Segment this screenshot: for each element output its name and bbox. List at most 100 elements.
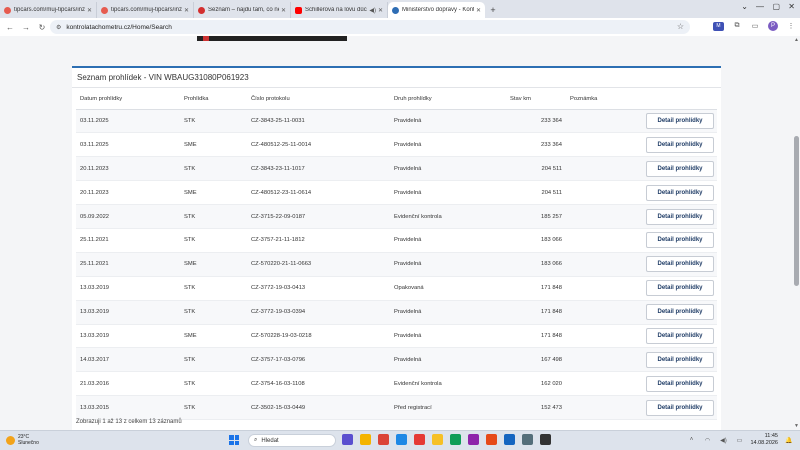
taskbar-app-icon[interactable] bbox=[342, 434, 353, 445]
taskbar-app-icon[interactable] bbox=[378, 434, 389, 445]
detail-inspection-button[interactable]: Detail prohlídky bbox=[646, 280, 714, 297]
tab-close-icon[interactable]: ✕ bbox=[184, 7, 189, 14]
cell-actions: Detail prohlídky bbox=[642, 371, 717, 397]
browser-tab[interactable]: Schillerová na lovu důchod ◀) ✕ bbox=[291, 2, 388, 18]
taskbar-app-icon[interactable] bbox=[522, 434, 533, 445]
page-scrollbar[interactable]: ▲ ▼ bbox=[792, 36, 800, 430]
profile-avatar[interactable]: P bbox=[768, 21, 778, 31]
taskbar-app-icon[interactable] bbox=[450, 434, 461, 445]
tab-close-icon[interactable]: ✕ bbox=[87, 7, 92, 14]
cell-date: 03.11.2025 bbox=[76, 132, 180, 158]
battery-icon[interactable]: ▭ bbox=[734, 435, 744, 445]
taskbar-app-icon[interactable] bbox=[360, 434, 371, 445]
start-windows-icon[interactable] bbox=[229, 435, 239, 445]
back-icon[interactable]: ← bbox=[4, 21, 16, 33]
weather-widget[interactable]: 23°C Slunečno bbox=[6, 434, 39, 446]
detail-inspection-button[interactable]: Detail prohlídky bbox=[646, 136, 714, 153]
wifi-icon[interactable]: ◠ bbox=[702, 435, 712, 445]
bookmark-star-icon[interactable]: ☆ bbox=[677, 22, 684, 31]
cell-protocol: CZ-3772-19-03-0394 bbox=[247, 300, 390, 325]
cell-km: 162 020 bbox=[506, 371, 566, 397]
tab-close-icon[interactable]: ✕ bbox=[476, 7, 481, 14]
taskbar-app-icon[interactable] bbox=[396, 434, 407, 445]
col-header-type[interactable]: Prohlídka bbox=[180, 90, 247, 110]
col-header-kind[interactable]: Druh prohlídky bbox=[390, 90, 506, 110]
cell-type: STK bbox=[180, 228, 247, 253]
cell-type: SME bbox=[180, 180, 247, 206]
clock[interactable]: 11:45 14.08.2026 bbox=[750, 433, 778, 447]
cell-date: 14.03.2017 bbox=[76, 347, 180, 373]
detail-inspection-button[interactable]: Detail prohlídky bbox=[646, 160, 714, 177]
tab-search-icon[interactable]: ⌄ bbox=[741, 2, 748, 11]
taskbar-app-icon[interactable] bbox=[432, 434, 443, 445]
extension-icon[interactable]: M bbox=[713, 21, 724, 31]
tab-close-icon[interactable]: ✕ bbox=[281, 7, 286, 14]
tab-title: Schillerová na lovu důchod bbox=[305, 7, 367, 13]
browser-tab-active[interactable]: Ministerstvo dopravy - Kontro ✕ bbox=[388, 2, 485, 18]
tab-close-icon[interactable]: ✕ bbox=[378, 7, 383, 14]
col-header-protocol[interactable]: Číslo protokolu bbox=[247, 90, 390, 110]
speaker-icon[interactable]: ◀) bbox=[718, 435, 728, 445]
cell-actions: Detail prohlídky bbox=[642, 180, 717, 206]
detail-inspection-button[interactable]: Detail prohlídky bbox=[646, 375, 714, 392]
detail-inspection-button[interactable]: Detail prohlídky bbox=[646, 351, 714, 368]
tab-mute-icon[interactable]: ◀) bbox=[369, 7, 376, 14]
reload-icon[interactable]: ↻ bbox=[36, 21, 48, 33]
chevron-up-icon[interactable]: ˄ bbox=[686, 435, 696, 445]
scroll-up-icon[interactable]: ▲ bbox=[794, 37, 799, 43]
maximize-icon[interactable]: ▢ bbox=[772, 2, 780, 11]
detail-inspection-button[interactable]: Detail prohlídky bbox=[646, 399, 714, 416]
cell-protocol: CZ-3715-22-09-0187 bbox=[247, 204, 390, 229]
cell-date: 25.11.2021 bbox=[76, 252, 180, 277]
detail-inspection-button[interactable]: Detail prohlídky bbox=[646, 184, 714, 201]
detail-inspection-button[interactable]: Detail prohlídky bbox=[646, 232, 714, 249]
taskbar-search[interactable]: ⌕ Hledat bbox=[248, 434, 336, 447]
detail-inspection-button[interactable]: Detail prohlídky bbox=[646, 256, 714, 273]
taskbar-app-icon[interactable] bbox=[504, 434, 515, 445]
forward-icon[interactable]: → bbox=[20, 21, 32, 33]
col-header-date[interactable]: Datum prohlídky bbox=[76, 90, 180, 110]
scrollbar-thumb[interactable] bbox=[794, 136, 799, 286]
cell-date: 13.03.2019 bbox=[76, 300, 180, 325]
address-bar[interactable]: ⚙ kontrolatachometru.cz/Home/Search ☆ bbox=[50, 20, 690, 34]
cell-km: 171 848 bbox=[506, 324, 566, 349]
browser-tab[interactable]: Seznam – najdu tam, co nezná ✕ bbox=[194, 2, 291, 18]
tab-title: tipcars.com/muj-tipcars/inzerc bbox=[14, 7, 85, 13]
menu-kebab-icon[interactable]: ⋮ bbox=[786, 21, 796, 31]
cell-actions: Detail prohlídky bbox=[642, 395, 717, 421]
weather-desc: Slunečno bbox=[18, 440, 39, 446]
extensions-puzzle-icon[interactable]: ⧉ bbox=[732, 21, 742, 31]
col-header-note[interactable]: Poznámka bbox=[566, 90, 642, 110]
site-info-icon[interactable]: ⚙ bbox=[56, 24, 61, 31]
taskbar-app-icon[interactable] bbox=[540, 434, 551, 445]
cell-kind: Pravidelná bbox=[390, 300, 506, 325]
cell-date: 05.09.2022 bbox=[76, 204, 180, 229]
cell-note bbox=[566, 180, 642, 206]
cell-kind: Pravidelná bbox=[390, 228, 506, 253]
taskbar-app-icon[interactable] bbox=[414, 434, 425, 445]
col-header-km[interactable]: Stav km bbox=[506, 90, 566, 110]
detail-inspection-button[interactable]: Detail prohlídky bbox=[646, 112, 714, 129]
detail-inspection-button[interactable]: Detail prohlídky bbox=[646, 327, 714, 344]
new-tab-button[interactable]: + bbox=[485, 2, 501, 18]
notification-bell-icon[interactable]: 🔔 bbox=[784, 435, 794, 445]
browser-tab[interactable]: tipcars.com/muj-tipcars/inzerc ✕ bbox=[97, 2, 194, 18]
minimize-icon[interactable]: — bbox=[756, 2, 764, 11]
scroll-down-icon[interactable]: ▼ bbox=[794, 423, 799, 429]
table-row: 25.11.2021 STK CZ-3757-21-11-1812 Pravideln… bbox=[76, 228, 717, 253]
cell-type: STK bbox=[180, 276, 247, 301]
cell-kind: Pravidelná bbox=[390, 109, 506, 134]
browser-toolbar: ← → ↻ ⚙ kontrolatachometru.cz/Home/Searc… bbox=[0, 18, 800, 36]
browser-tab[interactable]: tipcars.com/muj-tipcars/inzerc ✕ bbox=[0, 2, 97, 18]
cell-km: 171 848 bbox=[506, 300, 566, 325]
table-row: 03.11.2025 STK CZ-3843-25-11-0031 Pravideln… bbox=[76, 109, 717, 134]
cell-actions: Detail prohlídky bbox=[642, 276, 717, 301]
close-window-icon[interactable]: ✕ bbox=[788, 2, 795, 11]
sidebar-icon[interactable]: ▭ bbox=[750, 21, 760, 31]
taskbar-app-icon[interactable] bbox=[468, 434, 479, 445]
cell-protocol: CZ-3754-16-03-1108 bbox=[247, 371, 390, 397]
detail-inspection-button[interactable]: Detail prohlídky bbox=[646, 208, 714, 225]
taskbar-app-icon[interactable] bbox=[486, 434, 497, 445]
detail-inspection-button[interactable]: Detail prohlídky bbox=[646, 304, 714, 321]
cell-date: 03.11.2025 bbox=[76, 109, 180, 134]
